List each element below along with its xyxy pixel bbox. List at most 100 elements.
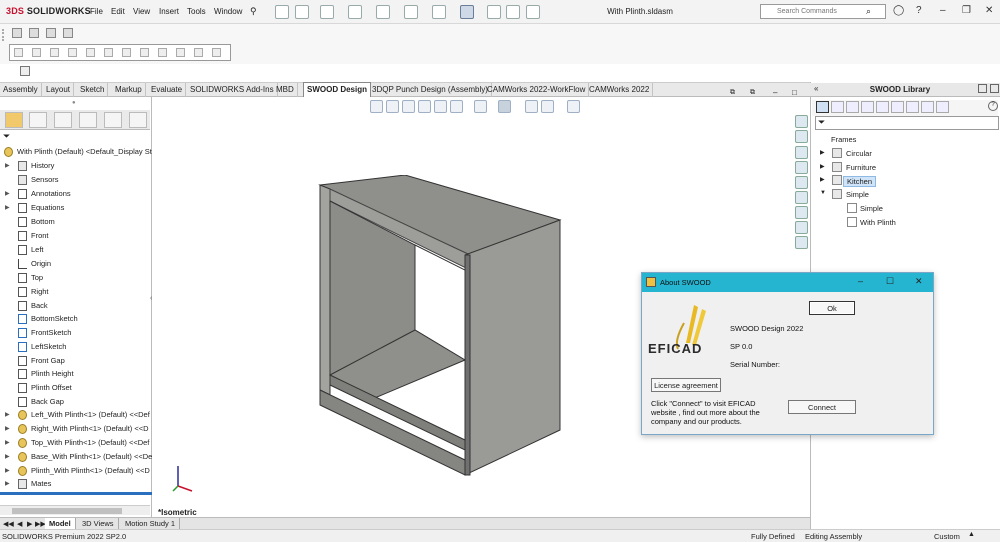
tree-item-component[interactable]: ▶ Base_With Plinth<1> (Default) <<De [0, 451, 152, 464]
menu-edit[interactable]: Edit [111, 7, 125, 16]
property-manager-tab-icon[interactable] [29, 112, 47, 128]
open-icon[interactable] [320, 5, 334, 19]
tab-mbd[interactable]: MBD [273, 83, 298, 97]
tree-item-sketch[interactable]: BottomSketch [0, 313, 152, 326]
pin-icon[interactable]: ⚲ [250, 6, 257, 17]
camworks-icon[interactable] [795, 236, 808, 249]
tree-item-sensors[interactable]: Sensors [0, 174, 152, 187]
shelf-icon[interactable] [876, 101, 889, 113]
appearance-icon[interactable] [541, 100, 554, 113]
pattern-icon[interactable] [63, 28, 73, 38]
tree-item-component[interactable]: ▶ Left_With Plinth<1> (Default) <<Def [0, 409, 152, 422]
scrollbar-thumb[interactable] [12, 508, 122, 514]
menu-window[interactable]: Window [214, 7, 242, 16]
tool-icon[interactable] [194, 48, 203, 57]
small-tool-icon[interactable] [20, 66, 30, 76]
dimxpert-tab-icon[interactable] [79, 112, 97, 128]
options-gear-icon[interactable] [526, 5, 540, 19]
tool-icon[interactable] [104, 48, 113, 57]
tree-item-component[interactable]: ▶ Right_With Plinth<1> (Default) <<D [0, 423, 152, 436]
tool-icon[interactable] [158, 48, 167, 57]
tree-item-component[interactable]: ▶ Top_With Plinth<1> (Default) <<Def [0, 437, 152, 450]
tree-item-origin[interactable]: Origin [0, 258, 152, 271]
feature-manager-tab-icon[interactable] [5, 112, 23, 128]
traffic-light-icon[interactable] [487, 5, 501, 19]
menu-file[interactable]: File [90, 7, 103, 16]
horizontal-scrollbar[interactable] [0, 505, 150, 515]
dialog-close-button[interactable]: ✕ [915, 276, 923, 287]
door-icon[interactable] [861, 101, 874, 113]
close-panel-icon[interactable] [990, 84, 999, 93]
display-style-icon[interactable] [498, 100, 511, 113]
tool-icon[interactable] [86, 48, 95, 57]
units-selector[interactable]: Custom [934, 532, 960, 541]
zoom-to-fit-icon[interactable] [370, 100, 383, 113]
tree-item-plane[interactable]: Top [0, 272, 152, 285]
appearances-icon[interactable] [795, 176, 808, 189]
tree-item-plane[interactable]: Back [0, 300, 152, 313]
library-item-kitchen[interactable]: ▶ Kitchen [815, 174, 995, 187]
tree-item-plane[interactable]: Front [0, 230, 152, 243]
previous-view-icon[interactable] [402, 100, 415, 113]
custom-properties-icon[interactable] [795, 191, 808, 204]
file-properties-icon[interactable] [506, 5, 520, 19]
library-item-with-plinth[interactable]: With Plinth [815, 216, 995, 229]
tab-layout[interactable]: Layout [43, 83, 75, 97]
tool-icon[interactable] [14, 48, 23, 57]
file-explorer-icon[interactable] [795, 146, 808, 159]
tool-icon[interactable] [122, 48, 131, 57]
section-view-icon[interactable] [418, 100, 431, 113]
drawer-icon[interactable] [846, 101, 859, 113]
viewport-close-icon[interactable]: ⧉ [750, 89, 755, 97]
tree-item-plane[interactable]: Back Gap [0, 396, 152, 409]
tab-camworks[interactable]: CAMWorks 2022 [586, 83, 654, 97]
rotate-icon[interactable] [450, 100, 463, 113]
search-glass-icon[interactable]: ⌕ [866, 6, 871, 17]
print-icon[interactable] [376, 5, 390, 19]
units-dropdown-icon[interactable]: ▲ [968, 531, 975, 538]
tool-icon[interactable] [176, 48, 185, 57]
restore-button[interactable]: ❐ [962, 5, 971, 16]
accessory-icon[interactable] [921, 101, 934, 113]
tool-icon[interactable] [50, 48, 59, 57]
menu-tools[interactable]: Tools [187, 7, 206, 16]
save-icon[interactable] [348, 5, 362, 19]
cam-tab-icon[interactable] [129, 112, 147, 128]
menu-insert[interactable]: Insert [159, 7, 179, 16]
undo-icon[interactable] [404, 5, 418, 19]
tree-item-plane[interactable]: Plinth Height [0, 368, 152, 381]
tree-item-annotations[interactable]: ▶ Annotations [0, 188, 152, 201]
box-icon[interactable] [891, 101, 904, 113]
rollback-bar[interactable] [0, 492, 152, 495]
tool-icon[interactable] [32, 48, 41, 57]
dialog-minimize-button[interactable]: – [858, 276, 863, 286]
tab-swood-design[interactable]: SWOOD Design [303, 82, 372, 98]
viewport-max-icon[interactable]: □ [792, 88, 797, 97]
nav-prev-icon[interactable]: ◀ [17, 520, 22, 528]
tool-icon[interactable] [68, 48, 77, 57]
display-manager-tab-icon[interactable] [104, 112, 122, 128]
home-icon[interactable] [275, 5, 289, 19]
tree-item-sketch[interactable]: FrontSketch [0, 327, 152, 340]
license-agreement-button[interactable]: License agreement [651, 378, 721, 392]
tree-item-component[interactable]: ▶ Plinth_With Plinth<1> (Default) <<D [0, 465, 152, 478]
design-library-icon[interactable] [795, 130, 808, 143]
tool-icon[interactable] [140, 48, 149, 57]
dynamic-annotation-icon[interactable] [434, 100, 447, 113]
collapse-panel-icon[interactable]: « [814, 84, 818, 93]
library-item-simple-child[interactable]: Simple [815, 202, 995, 215]
close-button[interactable]: ✕ [985, 5, 993, 16]
tree-item-plane[interactable]: Bottom [0, 216, 152, 229]
collapse-handle-icon[interactable]: ● [72, 100, 76, 106]
dialog-maximize-button[interactable]: ☐ [886, 276, 894, 287]
component-list-icon[interactable] [29, 28, 39, 38]
pin-panel-icon[interactable] [978, 84, 987, 93]
filter-icon[interactable]: ⏷ [3, 131, 10, 142]
solidworks-logo[interactable]: 3DS SOLIDWORKS [6, 6, 91, 16]
tree-item-plane[interactable]: Front Gap [0, 355, 152, 368]
viewport-min-icon[interactable]: – [773, 88, 777, 97]
view-settings-icon[interactable] [567, 100, 580, 113]
panels-icon[interactable] [831, 101, 844, 113]
tab-sketch[interactable]: Sketch [77, 83, 109, 97]
select-icon[interactable] [460, 5, 474, 19]
